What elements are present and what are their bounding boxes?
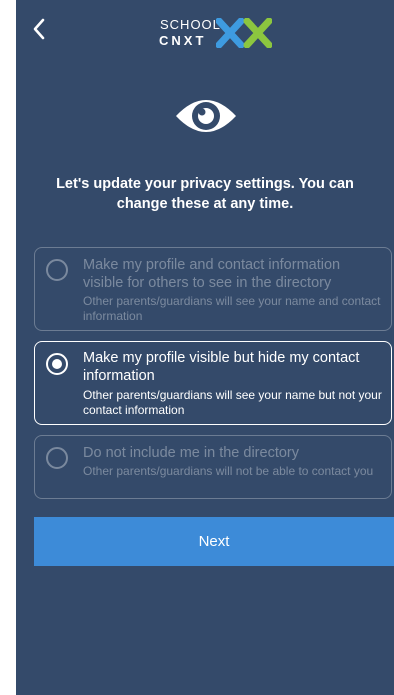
option-description: Other parents/guardians will see your na… xyxy=(83,388,382,417)
option-description: Other parents/guardians will not be able… xyxy=(83,464,374,478)
radio-unselected[interactable] xyxy=(46,447,68,469)
chevron-left-icon xyxy=(33,18,45,40)
school-cnxt-logo: SCHOOL CNXT xyxy=(158,14,288,50)
privacy-option-public[interactable]: Make my profile and contact information … xyxy=(34,247,392,331)
xx-logo-icon xyxy=(216,18,272,48)
logo-school-text: SCHOOL xyxy=(160,17,221,32)
logo-cnxt-text: CNXT xyxy=(159,33,207,48)
next-button[interactable]: Next xyxy=(34,517,394,566)
eye-icon xyxy=(176,100,236,132)
option-description: Other parents/guardians will see your na… xyxy=(83,294,381,323)
option-title: Make my profile and contact information … xyxy=(83,257,341,291)
radio-dot xyxy=(52,359,62,369)
privacy-settings-screen: SCHOOL CNXT Let's update your privacy se… xyxy=(16,0,394,695)
privacy-option-exclude[interactable]: Do not include me in the directory Other… xyxy=(34,435,392,499)
radio-unselected[interactable] xyxy=(46,259,68,281)
option-title: Do not include me in the directory xyxy=(83,445,299,461)
back-button[interactable] xyxy=(24,14,54,44)
left-edge xyxy=(0,0,17,695)
intro-text: Let's update your privacy settings. You … xyxy=(56,176,354,212)
privacy-option-hide-contact[interactable]: Make my profile visible but hide my cont… xyxy=(34,341,392,425)
option-title: Make my profile visible but hide my cont… xyxy=(83,350,360,384)
radio-selected[interactable] xyxy=(46,353,68,375)
